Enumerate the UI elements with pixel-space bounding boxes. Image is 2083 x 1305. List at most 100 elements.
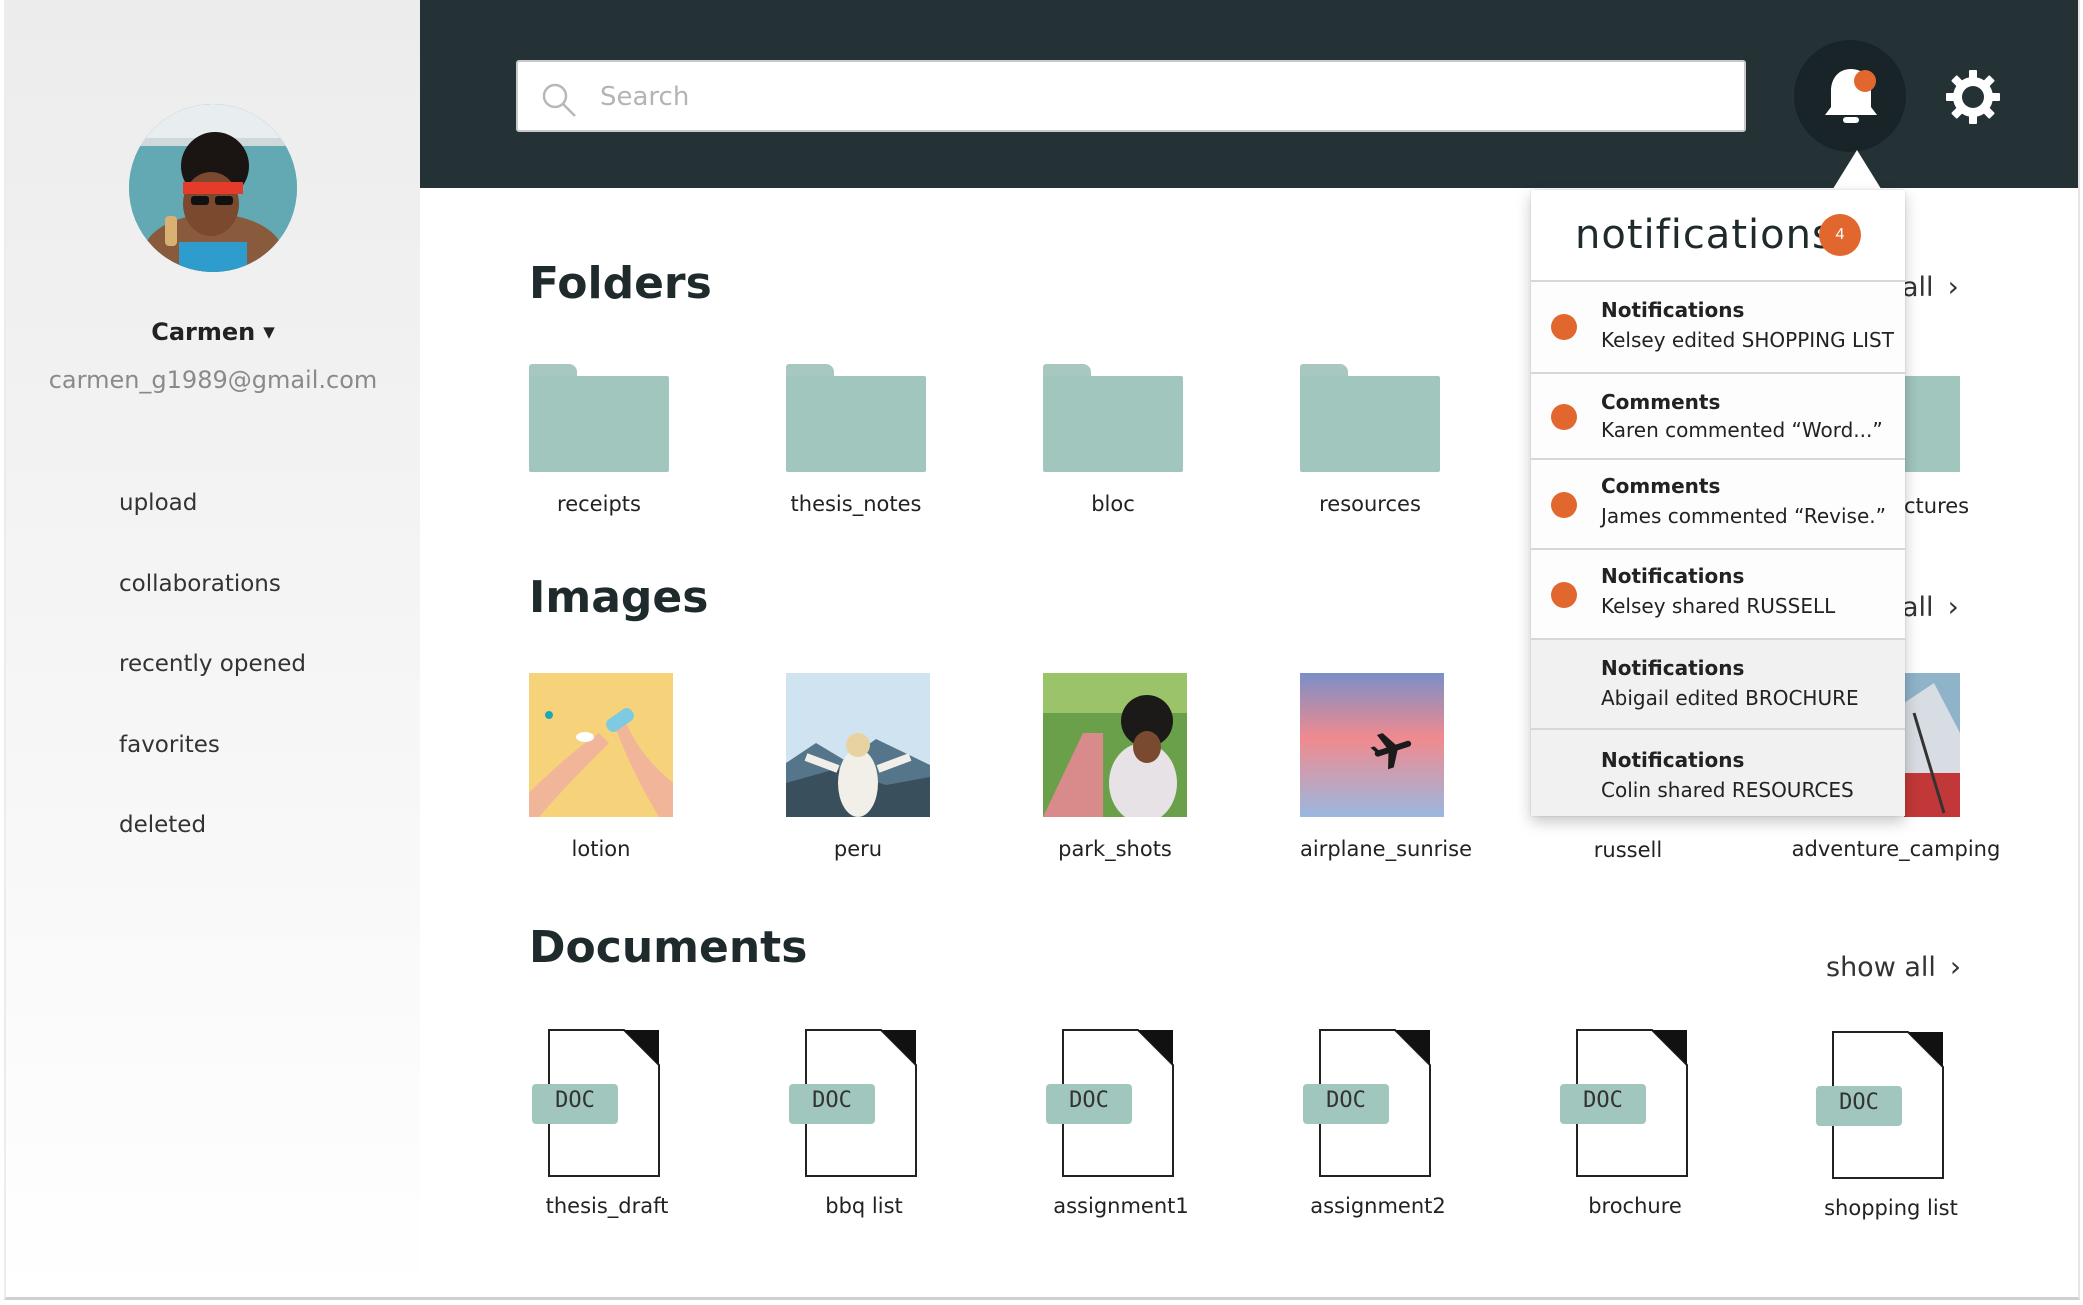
show-all-label: show all bbox=[1826, 952, 1936, 983]
notification-item[interactable]: Notifications Colin shared RESOURCES bbox=[1531, 728, 1905, 816]
notification-item[interactable]: Notifications Abigail edited BROCHURE bbox=[1531, 638, 1905, 728]
notification-title: Notifications bbox=[1601, 748, 1745, 772]
notifications-button[interactable] bbox=[1794, 40, 1906, 152]
sidebar-item-collaborations[interactable]: collaborations bbox=[119, 571, 306, 652]
documents-show-all[interactable]: show all › bbox=[1826, 950, 1961, 983]
notification-item[interactable]: Notifications Kelsey shared RUSSELL bbox=[1531, 548, 1905, 638]
image-item[interactable]: lotion bbox=[529, 673, 673, 861]
folder-icon bbox=[1300, 364, 1440, 474]
unread-dot-icon bbox=[1551, 404, 1577, 430]
search-icon bbox=[542, 83, 576, 117]
folder-item[interactable]: thesis_notes bbox=[786, 364, 926, 516]
folder-item[interactable]: receipts bbox=[529, 364, 669, 516]
document-label: assignment1 bbox=[1053, 1194, 1189, 1218]
document-label: bbq list bbox=[825, 1194, 903, 1218]
sidebar-item-deleted[interactable]: deleted bbox=[119, 812, 306, 893]
images-show-all[interactable]: all › bbox=[1902, 590, 1959, 623]
documents-title: Documents bbox=[529, 922, 808, 973]
image-thumbnail bbox=[786, 673, 930, 817]
image-label: lotion bbox=[571, 837, 631, 861]
document-item[interactable]: DOC bbq list bbox=[789, 1028, 939, 1218]
image-label: peru bbox=[833, 837, 883, 861]
unread-dot-icon bbox=[1551, 492, 1577, 518]
user-menu[interactable]: Carmen ▼ bbox=[6, 318, 420, 346]
notification-text: Kelsey shared RUSSELL bbox=[1601, 594, 1836, 618]
image-item[interactable]: peru bbox=[786, 673, 930, 861]
folders-title: Folders bbox=[529, 258, 712, 309]
folder-label: thesis_notes bbox=[790, 492, 922, 516]
notifications-header: notifications bbox=[1575, 212, 1834, 258]
image-thumbnail bbox=[1043, 673, 1187, 817]
notification-text: Colin shared RESOURCES bbox=[1601, 778, 1854, 802]
document-icon: DOC bbox=[789, 1028, 939, 1178]
notification-text: Abigail edited BROCHURE bbox=[1601, 686, 1859, 710]
user-name: Carmen bbox=[151, 318, 256, 346]
notification-title: Notifications bbox=[1601, 564, 1745, 588]
show-all-label: all bbox=[1902, 272, 1934, 303]
show-all-label: all bbox=[1902, 592, 1934, 623]
image-item[interactable]: park_shots bbox=[1043, 673, 1187, 861]
sidebar-item-recently-opened[interactable]: recently opened bbox=[119, 651, 306, 732]
folder-item[interactable]: bloc bbox=[1043, 364, 1183, 516]
document-item[interactable]: DOC assignment2 bbox=[1303, 1028, 1453, 1218]
image-thumbnail bbox=[529, 673, 673, 817]
settings-button[interactable] bbox=[1944, 68, 2002, 126]
folders-show-all[interactable]: all › bbox=[1902, 270, 1959, 303]
unread-dot-icon bbox=[1551, 582, 1577, 608]
doc-badge: DOC bbox=[1839, 1090, 1879, 1115]
doc-badge: DOC bbox=[1069, 1088, 1109, 1113]
document-item[interactable]: DOC thesis_draft bbox=[532, 1028, 682, 1218]
notification-title: Comments bbox=[1601, 390, 1721, 414]
folder-label: ctures bbox=[1904, 494, 1970, 518]
folder-icon bbox=[1043, 364, 1183, 474]
doc-badge: DOC bbox=[1326, 1088, 1366, 1113]
document-label: shopping list bbox=[1824, 1196, 1958, 1220]
image-label: russell bbox=[1593, 838, 1663, 862]
document-icon: DOC bbox=[1560, 1028, 1710, 1178]
notification-item[interactable]: Comments Karen commented “Word...” bbox=[1531, 372, 1905, 458]
notification-title: Notifications bbox=[1601, 656, 1745, 680]
sidebar-item-favorites[interactable]: favorites bbox=[119, 732, 306, 813]
document-item[interactable]: DOC assignment1 bbox=[1046, 1028, 1196, 1218]
folder-item[interactable]: resources bbox=[1300, 364, 1440, 516]
notification-title: Comments bbox=[1601, 474, 1721, 498]
document-label: assignment2 bbox=[1310, 1194, 1446, 1218]
notification-title: Notifications bbox=[1601, 298, 1745, 322]
document-icon: DOC bbox=[1046, 1028, 1196, 1178]
notification-item[interactable]: Comments James commented “Revise.” bbox=[1531, 458, 1905, 548]
image-item[interactable]: airplane_sunrise bbox=[1300, 673, 1472, 861]
folder-label: bloc bbox=[1091, 492, 1135, 516]
folder-icon bbox=[786, 364, 926, 474]
image-label: adventure_camping bbox=[1791, 837, 2001, 861]
sidebar-nav: upload collaborations recently opened fa… bbox=[119, 490, 306, 893]
document-icon: DOC bbox=[532, 1028, 682, 1178]
doc-badge: DOC bbox=[812, 1088, 852, 1113]
folder-icon bbox=[1904, 376, 1960, 472]
search-input[interactable] bbox=[600, 76, 1720, 118]
notification-text: Kelsey edited SHOPPING LIST bbox=[1601, 328, 1894, 352]
chevron-right-icon: › bbox=[1947, 270, 1959, 303]
chevron-right-icon: › bbox=[1947, 590, 1959, 623]
document-item[interactable]: DOC shopping list bbox=[1816, 1030, 1966, 1220]
images-title: Images bbox=[529, 572, 709, 623]
notification-text: James commented “Revise.” bbox=[1601, 504, 1886, 528]
image-item-partial[interactable]: russell bbox=[1558, 818, 1698, 862]
caret-down-icon: ▼ bbox=[263, 323, 275, 341]
document-label: brochure bbox=[1588, 1194, 1682, 1218]
gear-icon bbox=[1946, 70, 2000, 124]
notifications-pointer bbox=[1831, 150, 1883, 192]
document-label: thesis_draft bbox=[545, 1194, 669, 1218]
document-icon: DOC bbox=[1303, 1028, 1453, 1178]
sidebar: Carmen ▼ carmen_g1989@gmail.com upload co… bbox=[6, 0, 420, 1297]
notification-item[interactable]: Notifications Kelsey edited SHOPPING LIS… bbox=[1531, 280, 1905, 372]
folder-icon bbox=[529, 364, 669, 474]
image-label: airplane_sunrise bbox=[1300, 837, 1472, 861]
notifications-dropdown: notifications 4 Notifications Kelsey edi… bbox=[1531, 190, 1905, 816]
sidebar-item-upload[interactable]: upload bbox=[119, 490, 306, 571]
search-bar bbox=[516, 60, 1746, 132]
document-item[interactable]: DOC brochure bbox=[1560, 1028, 1710, 1218]
image-label: park_shots bbox=[1058, 837, 1172, 861]
notifications-count-badge: 4 bbox=[1819, 214, 1861, 256]
image-thumbnail bbox=[1904, 673, 1960, 817]
avatar[interactable] bbox=[129, 104, 297, 272]
